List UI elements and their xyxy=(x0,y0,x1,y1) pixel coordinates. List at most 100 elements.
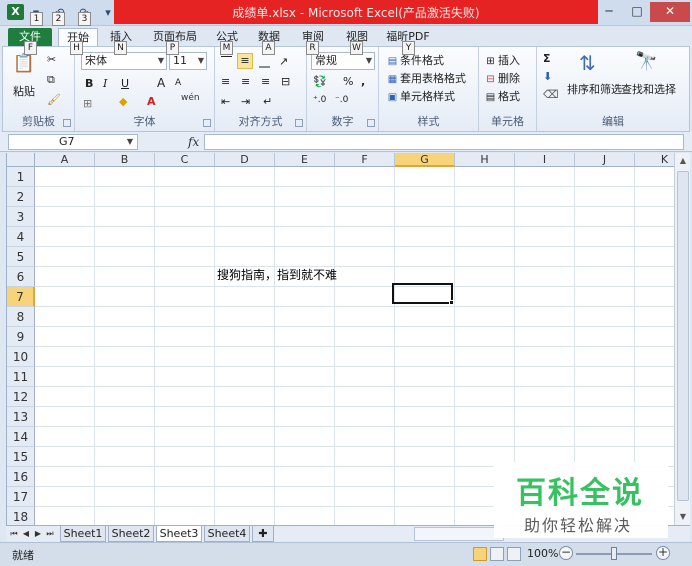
phonetic-button[interactable]: wén xyxy=(181,93,200,103)
maximize-button[interactable]: □ xyxy=(624,2,650,22)
format-as-table-button[interactable]: ▦ 套用表格格式 xyxy=(385,70,466,87)
grow-font-button[interactable]: A xyxy=(157,76,165,90)
row-header-5[interactable]: 5 xyxy=(7,247,35,267)
active-cell-G7[interactable] xyxy=(392,283,453,304)
column-header-I[interactable]: I xyxy=(515,153,575,167)
currency-icon[interactable]: 💱 xyxy=(313,75,327,88)
clear-icon[interactable]: ⌫ xyxy=(543,88,559,101)
font-launcher-icon[interactable] xyxy=(203,119,211,127)
decrease-decimal-icon[interactable]: ⁻.0 xyxy=(335,95,348,105)
border-icon[interactable]: ⊞ xyxy=(83,97,92,110)
last-sheet-icon[interactable]: ⏭ xyxy=(44,527,56,541)
scroll-down-icon[interactable]: ▼ xyxy=(675,509,691,525)
paste-icon[interactable]: 📋 xyxy=(11,53,37,83)
number-format-select[interactable]: 常规 ▼ xyxy=(311,52,375,70)
sort-filter-button[interactable]: 排序和筛选 xyxy=(567,81,622,97)
align-bottom-icon[interactable]: ⎽ xyxy=(259,55,270,69)
minimize-button[interactable]: ─ xyxy=(596,2,622,22)
align-right-icon[interactable]: ≡ xyxy=(261,75,270,88)
scroll-up-icon[interactable]: ▲ xyxy=(675,153,691,169)
row-header-11[interactable]: 11 xyxy=(7,367,35,387)
page-layout-view-icon[interactable] xyxy=(490,547,504,561)
orientation-icon[interactable]: ↗ xyxy=(279,55,288,68)
zoom-in-icon[interactable]: + xyxy=(656,546,670,560)
page-break-view-icon[interactable] xyxy=(507,547,521,561)
align-top-icon[interactable]: ⎺ xyxy=(221,55,232,69)
cell-styles-button[interactable]: ▣ 单元格样式 xyxy=(385,88,455,105)
sheet-tab-sheet4[interactable]: Sheet4 xyxy=(204,526,250,542)
comma-button[interactable]: , xyxy=(361,75,365,88)
insert-cells-button[interactable]: ⊞ 插入 xyxy=(483,52,520,69)
insert-function-button[interactable]: fx xyxy=(188,135,199,149)
fill-handle[interactable] xyxy=(449,300,454,305)
merge-center-icon[interactable]: ⊟ xyxy=(281,75,290,88)
column-header-H[interactable]: H xyxy=(455,153,515,167)
sheet-tab-sheet3[interactable]: Sheet3 xyxy=(156,526,202,542)
wrap-text-icon[interactable]: ↵ xyxy=(263,95,272,108)
row-header-10[interactable]: 10 xyxy=(7,347,35,367)
autosum-button[interactable]: Σ xyxy=(543,52,551,65)
row-header-17[interactable]: 17 xyxy=(7,487,35,507)
row-header-15[interactable]: 15 xyxy=(7,447,35,467)
column-header-B[interactable]: B xyxy=(95,153,155,167)
increase-decimal-icon[interactable]: ⁺.0 xyxy=(313,95,326,105)
sheet-tab-sheet2[interactable]: Sheet2 xyxy=(108,526,154,542)
row-header-9[interactable]: 9 xyxy=(7,327,35,347)
normal-view-icon[interactable] xyxy=(473,547,487,561)
find-select-button[interactable]: 查找和选择 xyxy=(621,81,676,97)
row-header-7[interactable]: 7 xyxy=(7,287,35,307)
row-header-1[interactable]: 1 xyxy=(7,167,35,187)
row-header-6[interactable]: 6 xyxy=(7,267,35,287)
percent-button[interactable]: % xyxy=(343,75,353,88)
row-header-16[interactable]: 16 xyxy=(7,467,35,487)
vertical-scroll-thumb[interactable] xyxy=(677,171,689,501)
decrease-indent-icon[interactable]: ⇤ xyxy=(221,95,230,108)
cell-D6[interactable]: 搜狗指南，指到就不难 xyxy=(217,266,337,283)
row-header-2[interactable]: 2 xyxy=(7,187,35,207)
first-sheet-icon[interactable]: ⏮ xyxy=(8,527,20,541)
column-header-K[interactable]: K xyxy=(635,153,674,167)
column-header-C[interactable]: C xyxy=(155,153,215,167)
formula-input[interactable] xyxy=(204,134,684,150)
column-header-G[interactable]: G xyxy=(395,153,455,167)
copy-icon[interactable]: ⧉ xyxy=(47,73,55,87)
vertical-scrollbar[interactable]: ▲ ▼ xyxy=(674,153,690,525)
excel-app-icon[interactable]: X xyxy=(7,4,24,20)
zoom-slider-thumb[interactable] xyxy=(611,547,617,560)
bold-button[interactable]: B xyxy=(85,77,93,90)
align-center-icon[interactable]: ≡ xyxy=(241,75,250,88)
prev-sheet-icon[interactable]: ◀ xyxy=(20,527,32,541)
format-painter-icon[interactable]: 🖌 xyxy=(47,93,61,106)
alignment-launcher-icon[interactable] xyxy=(295,119,303,127)
close-button[interactable]: ✕ xyxy=(650,2,690,22)
increase-indent-icon[interactable]: ⇥ xyxy=(241,95,250,108)
underline-button[interactable]: U xyxy=(121,77,129,90)
zoom-out-icon[interactable]: − xyxy=(559,546,573,560)
name-box[interactable]: G7 ▼ xyxy=(8,134,138,150)
italic-button[interactable]: I xyxy=(103,77,107,90)
sheet-tab-sheet1[interactable]: Sheet1 xyxy=(60,526,106,542)
column-header-E[interactable]: E xyxy=(275,153,335,167)
horizontal-scrollbar[interactable] xyxy=(414,527,504,541)
fill-color-icon[interactable]: ◆ xyxy=(119,95,127,108)
row-header-12[interactable]: 12 xyxy=(7,387,35,407)
zoom-level[interactable]: 100% xyxy=(527,547,558,560)
row-header-4[interactable]: 4 xyxy=(7,227,35,247)
column-header-D[interactable]: D xyxy=(215,153,275,167)
fill-icon[interactable]: ⬇ xyxy=(543,70,552,83)
align-middle-icon[interactable]: ≡ xyxy=(237,53,253,69)
clipboard-launcher-icon[interactable] xyxy=(63,119,71,127)
align-left-icon[interactable]: ≡ xyxy=(221,75,230,88)
column-header-J[interactable]: J xyxy=(575,153,635,167)
cut-icon[interactable]: ✂ xyxy=(47,53,56,66)
sort-filter-icon[interactable]: ⇅ xyxy=(579,51,596,75)
delete-cells-button[interactable]: ⊟ 删除 xyxy=(483,70,520,87)
column-header-F[interactable]: F xyxy=(335,153,395,167)
row-header-18[interactable]: 18 xyxy=(7,507,35,525)
insert-sheet-icon[interactable]: ✚ xyxy=(252,526,274,542)
select-all-button[interactable] xyxy=(7,153,35,167)
row-header-13[interactable]: 13 xyxy=(7,407,35,427)
shrink-font-button[interactable]: A xyxy=(175,78,181,88)
row-header-14[interactable]: 14 xyxy=(7,427,35,447)
find-select-icon[interactable]: 🔭 xyxy=(635,51,657,72)
